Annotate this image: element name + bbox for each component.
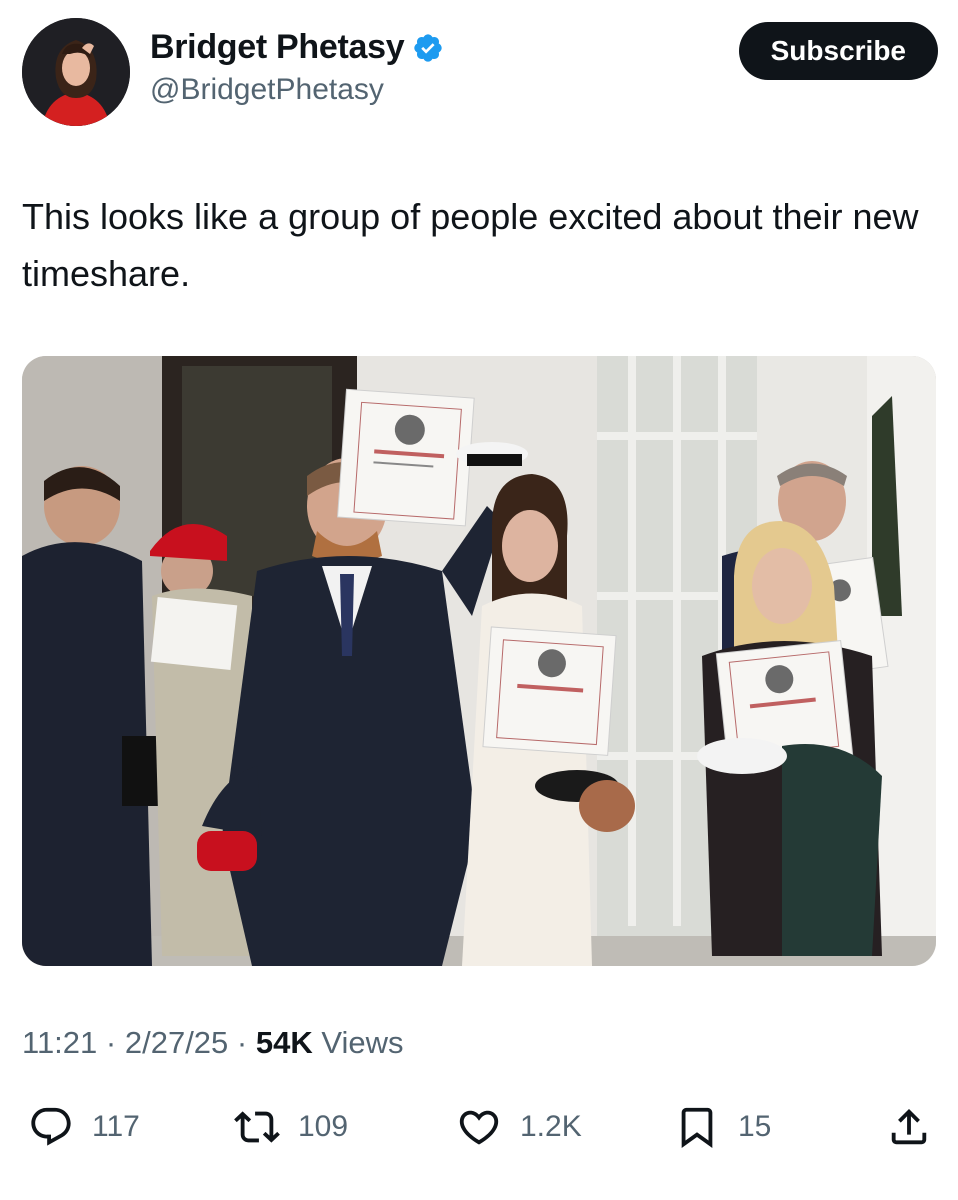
like-button[interactable]: 1.2K	[456, 1104, 582, 1150]
profile-avatar[interactable]	[22, 18, 130, 126]
tweet-time[interactable]: 11:21	[22, 1025, 97, 1060]
heart-icon	[459, 1110, 499, 1145]
bookmark-count: 15	[738, 1110, 772, 1143]
tweet-header: Bridget Phetasy @BridgetPhetasy Subscrib…	[22, 18, 938, 128]
tweet-text: This looks like a group of people excite…	[22, 196, 919, 294]
reply-icon	[31, 1107, 71, 1146]
views-count: 54K	[255, 1025, 313, 1060]
tweet-date[interactable]: 2/27/25	[125, 1025, 228, 1060]
author-info: Bridget Phetasy @BridgetPhetasy	[150, 28, 444, 107]
views-label: Views	[321, 1025, 404, 1060]
share-button[interactable]	[886, 1104, 932, 1150]
share-icon	[891, 1108, 927, 1145]
bookmark-button[interactable]: 15	[674, 1104, 771, 1150]
repost-icon	[234, 1111, 280, 1143]
meta-separator: ·	[105, 1025, 117, 1060]
reply-count: 117	[92, 1110, 140, 1143]
repost-button[interactable]: 109	[234, 1104, 348, 1150]
author-display-name[interactable]: Bridget Phetasy	[150, 28, 405, 67]
action-bar: 117 109 1.2K 15	[22, 1104, 936, 1156]
subscribe-button[interactable]: Subscribe	[738, 22, 938, 80]
author-name-row[interactable]: Bridget Phetasy	[150, 28, 444, 67]
repost-count: 109	[298, 1110, 349, 1143]
reply-button[interactable]: 117	[28, 1104, 140, 1150]
author-handle[interactable]: @BridgetPhetasy	[150, 73, 444, 107]
bookmark-icon	[681, 1107, 713, 1148]
tweet-photo[interactable]	[22, 356, 936, 966]
tweet-meta: 11:21 · 2/27/25 · 54K Views	[22, 1025, 404, 1061]
photo-scene	[22, 356, 936, 966]
meta-separator: ·	[236, 1025, 248, 1060]
verified-badge-icon	[412, 32, 444, 64]
like-count: 1.2K	[520, 1110, 582, 1143]
avatar-image	[22, 18, 130, 126]
